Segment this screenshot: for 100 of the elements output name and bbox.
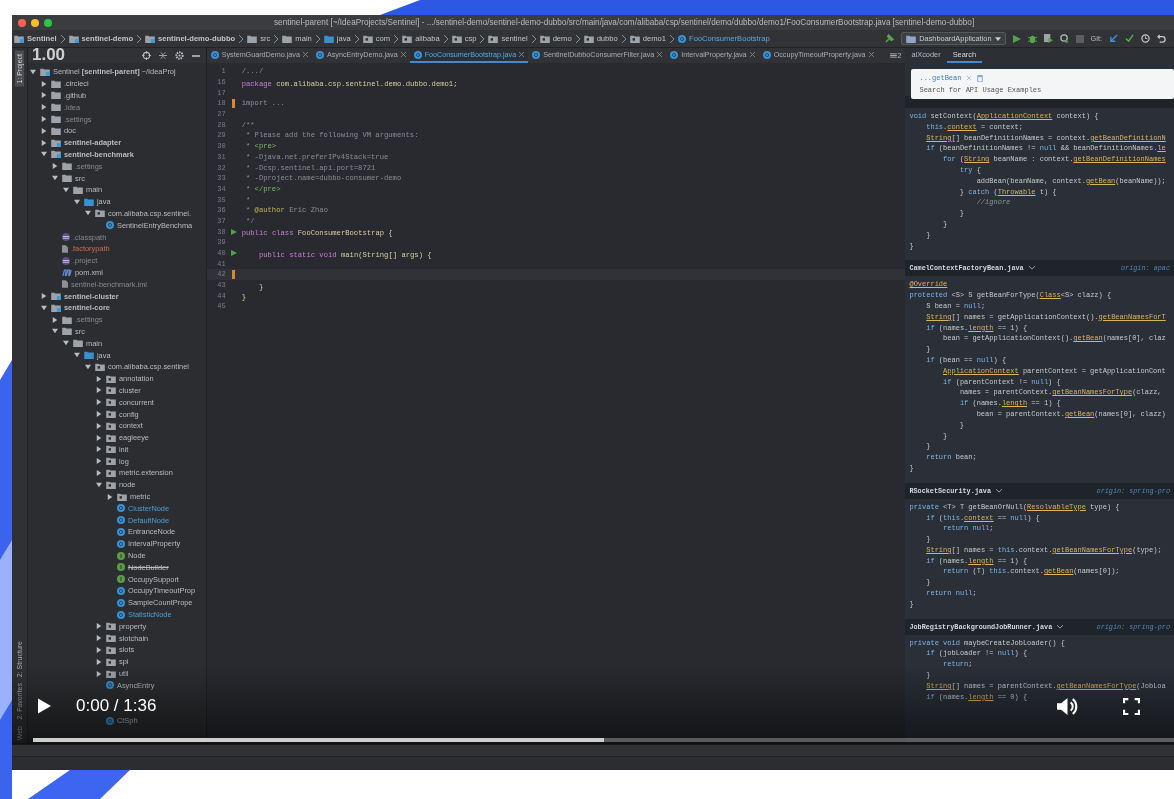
caret-icon[interactable] xyxy=(96,399,103,406)
caret-icon[interactable] xyxy=(96,422,103,429)
folder-icon xyxy=(50,126,61,135)
chevron-icon[interactable] xyxy=(1057,624,1064,629)
chevron-icon xyxy=(60,34,65,43)
undo-icon[interactable] xyxy=(1157,34,1166,43)
folder-icon xyxy=(61,327,72,336)
caret-icon[interactable] xyxy=(96,387,103,394)
package-icon xyxy=(105,445,116,454)
check-icon[interactable] xyxy=(1125,34,1134,43)
chevron-icon[interactable] xyxy=(1028,266,1035,271)
chevron-icon xyxy=(274,34,279,43)
coverage-icon[interactable] xyxy=(1043,34,1053,43)
folder-icon xyxy=(50,115,61,124)
crosshair-icon[interactable] xyxy=(141,51,151,60)
caret-icon[interactable] xyxy=(96,434,103,441)
class-icon xyxy=(105,716,114,725)
file-icon xyxy=(61,244,68,253)
folder-icon xyxy=(61,162,72,171)
run-icon[interactable] xyxy=(230,228,237,235)
close-icon[interactable] xyxy=(657,52,663,57)
chevron-icon xyxy=(354,34,359,43)
caret-icon[interactable] xyxy=(30,68,37,75)
close-icon[interactable] xyxy=(400,52,406,57)
caret-icon[interactable] xyxy=(41,139,48,146)
chevron-icon xyxy=(480,34,485,43)
package-icon xyxy=(105,410,116,418)
close-icon[interactable] xyxy=(302,52,308,57)
caret-icon[interactable] xyxy=(52,328,59,335)
caret-icon[interactable] xyxy=(107,493,114,500)
minimize-icon[interactable] xyxy=(31,18,39,27)
class-icon xyxy=(210,50,219,59)
module-icon xyxy=(145,34,156,43)
minimize-icon[interactable] xyxy=(191,54,200,57)
caret-icon[interactable] xyxy=(41,151,48,158)
hammer-icon[interactable] xyxy=(885,34,895,43)
caret-icon[interactable] xyxy=(74,352,81,358)
module-icon xyxy=(50,292,61,301)
caret-icon[interactable] xyxy=(63,340,70,347)
package-icon xyxy=(402,34,413,43)
caret-icon[interactable] xyxy=(41,92,48,99)
caret-icon[interactable] xyxy=(85,210,92,217)
arrow-icon[interactable] xyxy=(1109,34,1118,43)
caret-icon[interactable] xyxy=(41,127,48,134)
package-icon xyxy=(583,34,594,43)
collapse-icon[interactable] xyxy=(158,51,167,60)
caret-icon[interactable] xyxy=(96,670,103,677)
close-icon[interactable] xyxy=(868,52,874,57)
caret-icon[interactable] xyxy=(96,646,103,653)
clock-icon[interactable] xyxy=(1141,34,1150,43)
caret-icon[interactable] xyxy=(74,198,81,205)
caret-icon[interactable] xyxy=(96,470,103,476)
caret-icon[interactable] xyxy=(96,481,103,488)
package-icon xyxy=(105,634,116,643)
caret-icon[interactable] xyxy=(52,175,59,182)
caret-icon[interactable] xyxy=(85,363,92,370)
profiler-icon[interactable] xyxy=(1059,34,1069,43)
module-icon xyxy=(68,34,79,43)
time-label: 0:00 / 1:36 xyxy=(76,697,157,714)
caret-icon[interactable] xyxy=(41,80,48,87)
close-icon[interactable] xyxy=(749,52,755,57)
package-icon xyxy=(94,209,105,218)
package-icon xyxy=(629,34,640,43)
caret-icon[interactable] xyxy=(96,411,103,417)
run-icon[interactable] xyxy=(1012,34,1021,43)
folder-icon xyxy=(50,79,61,88)
chevron-icon xyxy=(239,34,244,43)
caret-icon[interactable] xyxy=(96,375,103,382)
folder-icon xyxy=(323,34,334,43)
close-icon[interactable] xyxy=(18,18,26,27)
caret-icon[interactable] xyxy=(96,446,103,453)
progress-track[interactable] xyxy=(33,738,1174,742)
interface-icon xyxy=(116,551,125,560)
caret-icon[interactable] xyxy=(52,316,59,323)
module-icon xyxy=(39,67,50,76)
package-icon xyxy=(105,622,116,631)
caret-icon[interactable] xyxy=(41,293,48,300)
list-icon xyxy=(889,53,897,58)
package-icon xyxy=(105,374,116,383)
caret-icon[interactable] xyxy=(96,458,103,465)
folder-icon xyxy=(83,351,94,359)
run-icon[interactable] xyxy=(230,250,237,257)
caret-icon[interactable] xyxy=(96,635,103,642)
close-icon[interactable] xyxy=(519,52,525,57)
caret-icon[interactable] xyxy=(41,304,48,311)
maven-icon xyxy=(61,268,72,276)
zoom-icon[interactable] xyxy=(44,18,52,27)
bug-icon[interactable] xyxy=(1027,34,1037,43)
caret-icon[interactable] xyxy=(52,163,59,170)
caret-icon[interactable] xyxy=(41,104,48,111)
fullscreen-button[interactable] xyxy=(1123,698,1140,718)
caret-icon[interactable] xyxy=(63,186,70,193)
package-icon xyxy=(451,34,462,43)
settings-icon[interactable] xyxy=(174,51,184,60)
module-icon xyxy=(50,138,61,147)
chevron-icon xyxy=(575,34,580,43)
package-icon xyxy=(94,362,105,371)
caret-icon[interactable] xyxy=(41,116,48,123)
chevron-icon[interactable] xyxy=(996,488,1003,493)
caret-icon[interactable] xyxy=(96,623,103,630)
